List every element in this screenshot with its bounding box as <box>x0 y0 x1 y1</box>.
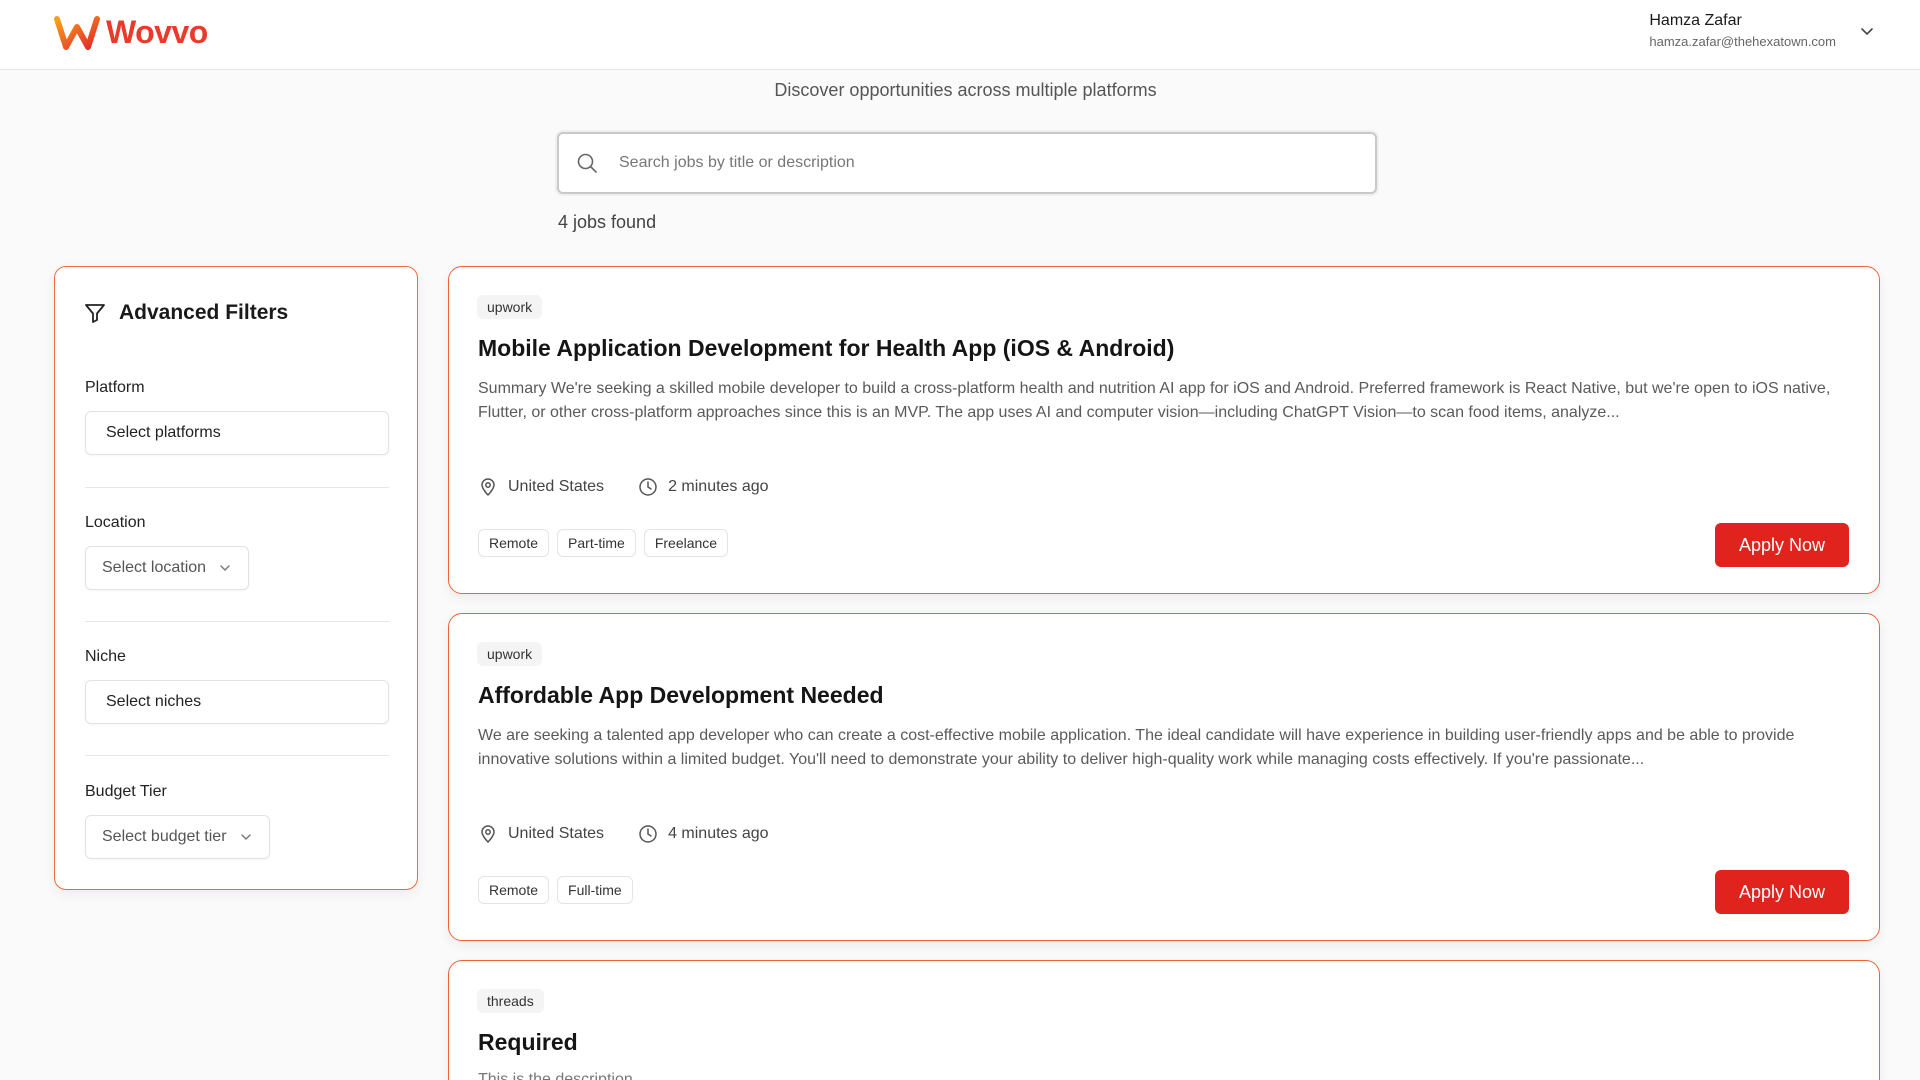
divider <box>85 755 389 756</box>
clock-icon <box>639 825 657 843</box>
apply-now-button[interactable]: Apply Now <box>1715 870 1849 914</box>
job-tag: Remote <box>478 876 550 904</box>
job-card[interactable]: threads Required This is the description <box>448 960 1880 1080</box>
budget-select[interactable]: Select budget tier <box>85 815 270 859</box>
brand-name: Wovvo <box>106 14 208 50</box>
platform-select[interactable]: Select platforms <box>85 411 389 455</box>
map-pin-icon <box>481 478 495 497</box>
job-card[interactable]: upwork Affordable App Development Needed… <box>448 613 1880 941</box>
location-select[interactable]: Select location <box>85 546 250 590</box>
platform-label: Platform <box>85 379 145 396</box>
chevron-down-icon[interactable] <box>1858 22 1876 40</box>
search-bar[interactable] <box>557 132 1377 194</box>
filter-icon <box>85 304 105 323</box>
clock-icon <box>639 478 657 496</box>
filters-heading: Advanced Filters <box>83 301 288 325</box>
filters-title: Advanced Filters <box>119 301 289 324</box>
job-location: United States <box>508 478 605 495</box>
location-label: Location <box>85 514 146 531</box>
platform-badge: threads <box>477 989 544 1013</box>
job-description: Summary We're seeking a skilled mobile d… <box>478 380 1831 421</box>
user-menu[interactable]: Hamza Zafar hamza.zafar@thehexatown.com <box>1649 12 1836 49</box>
brand-logo[interactable]: Wovvo <box>54 14 208 51</box>
apply-now-button[interactable]: Apply Now <box>1715 523 1849 567</box>
job-posted-time: 4 minutes ago <box>668 825 769 842</box>
user-email: hamza.zafar@thehexatown.com <box>1649 34 1836 49</box>
search-input[interactable] <box>619 134 1375 192</box>
platform-badge: upwork <box>477 295 543 319</box>
platform-select-value: Select platforms <box>106 424 221 441</box>
job-description: We are seeking a talented app developer … <box>478 727 1795 768</box>
search-icon <box>577 153 597 173</box>
user-name: Hamza Zafar <box>1649 12 1742 29</box>
wovvo-logo-icon <box>54 15 100 50</box>
job-meta: United States 4 minutes ago <box>478 824 769 844</box>
advanced-filters-panel: Advanced Filters Platform Select platfor… <box>54 266 418 890</box>
niche-select[interactable]: Select niches <box>85 680 389 724</box>
budget-select-value: Select budget tier <box>102 828 227 845</box>
budget-label: Budget Tier <box>85 783 167 800</box>
job-title[interactable]: Affordable App Development Needed <box>478 682 884 709</box>
job-card[interactable]: upwork Mobile Application Development fo… <box>448 266 1880 594</box>
divider <box>85 621 389 622</box>
job-meta: United States 2 minutes ago <box>478 477 769 497</box>
job-tags: Remote Part-time Freelance <box>478 529 729 557</box>
map-pin-icon <box>481 825 495 844</box>
budget-filter: Budget Tier Select budget tier <box>85 783 389 859</box>
job-tags: Remote Full-time <box>478 876 633 904</box>
niche-select-value: Select niches <box>106 693 202 710</box>
page-subtitle: Discover opportunities across multiple p… <box>774 80 1157 100</box>
job-location: United States <box>508 825 605 842</box>
job-tag: Full-time <box>557 876 633 904</box>
divider <box>85 487 389 488</box>
platform-filter: Platform Select platforms <box>85 379 389 455</box>
job-posted-time: 2 minutes ago <box>668 478 769 495</box>
top-bar: Wovvo Hamza Zafar hamza.zafar@thehexatow… <box>0 0 1920 70</box>
location-filter: Location Select location <box>85 514 389 590</box>
job-title[interactable]: Required <box>478 1029 578 1056</box>
platform-badge: upwork <box>477 642 543 666</box>
job-tag: Remote <box>478 529 550 557</box>
job-title[interactable]: Mobile Application Development for Healt… <box>478 335 1174 362</box>
job-tag: Part-time <box>557 529 636 557</box>
location-select-value: Select location <box>102 559 207 576</box>
jobs-count: 4 jobs found <box>558 212 657 232</box>
niche-label: Niche <box>85 648 126 665</box>
job-description: This is the description <box>478 1071 633 1080</box>
chevron-down-icon <box>220 565 230 571</box>
chevron-down-icon <box>240 834 251 840</box>
niche-filter: Niche Select niches <box>85 648 389 724</box>
job-tag: Freelance <box>643 529 729 557</box>
